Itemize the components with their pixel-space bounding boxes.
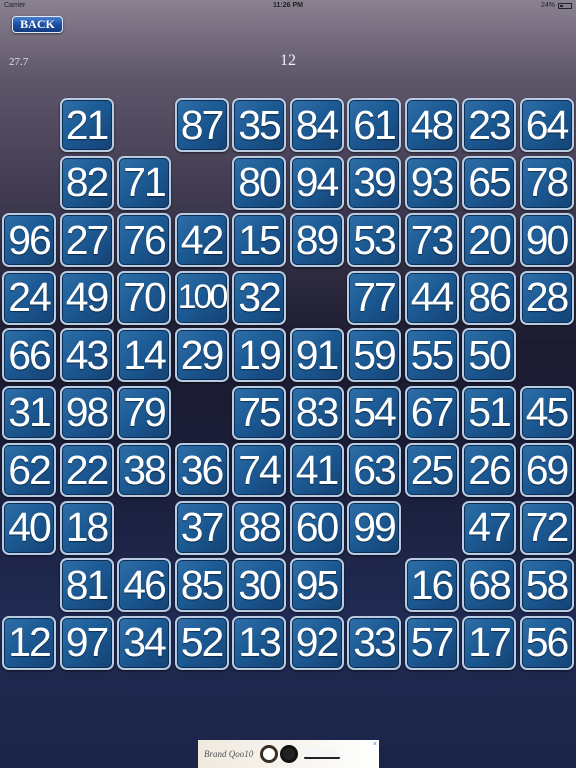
number-tile[interactable]: 53 — [347, 213, 401, 267]
number-tile[interactable]: 94 — [289, 155, 344, 210]
number-tile[interactable]: 80 — [232, 155, 286, 210]
number-tile[interactable]: 16 — [404, 558, 459, 612]
number-tile[interactable]: 96 — [2, 213, 56, 267]
watch-image-icon — [280, 745, 298, 763]
number-tile[interactable]: 60 — [289, 500, 344, 555]
number-tile[interactable]: 74 — [232, 443, 286, 497]
number-tile[interactable]: 70 — [117, 270, 171, 325]
number-tile[interactable]: 76 — [117, 213, 171, 267]
number-tile[interactable]: 35 — [232, 98, 286, 152]
number-tile[interactable]: 64 — [519, 98, 574, 152]
number-tile[interactable]: 27 — [59, 213, 114, 267]
number-tile[interactable]: 87 — [174, 98, 229, 152]
number-tile[interactable]: 81 — [59, 558, 114, 612]
number-tile[interactable]: 14 — [117, 328, 171, 382]
number-tile[interactable]: 47 — [462, 500, 516, 555]
number-tile[interactable]: 73 — [404, 213, 459, 267]
number-tile[interactable]: 18 — [59, 500, 114, 555]
number-tile[interactable]: 99 — [347, 500, 401, 555]
number-tile[interactable]: 19 — [232, 328, 286, 382]
number-tile[interactable]: 46 — [117, 558, 171, 612]
number-tile[interactable]: 56 — [519, 615, 574, 670]
number-tile[interactable]: 24 — [2, 270, 56, 325]
number-tile[interactable]: 55 — [404, 328, 459, 382]
number-tile[interactable]: 58 — [519, 558, 574, 612]
number-tile[interactable]: 92 — [289, 615, 344, 670]
watch-image-icon — [260, 745, 278, 763]
number-tile[interactable]: 95 — [289, 558, 344, 612]
number-tile[interactable]: 75 — [232, 385, 286, 440]
number-tile[interactable]: 31 — [2, 385, 56, 440]
number-tile[interactable]: 71 — [117, 155, 171, 210]
number-tile[interactable]: 32 — [232, 270, 286, 325]
number-tile[interactable]: 21 — [59, 98, 114, 152]
number-tile[interactable]: 77 — [347, 270, 401, 325]
number-tile[interactable]: 41 — [289, 443, 344, 497]
number-tile[interactable]: 59 — [347, 328, 401, 382]
number-tile[interactable]: 23 — [462, 98, 516, 152]
number-tile[interactable]: 97 — [59, 615, 114, 670]
number-tile[interactable]: 22 — [59, 443, 114, 497]
number-tile[interactable]: 13 — [232, 615, 286, 670]
number-tile[interactable]: 45 — [519, 385, 574, 440]
number-tile[interactable]: 63 — [347, 443, 401, 497]
number-tile[interactable]: 48 — [404, 98, 459, 152]
number-tile[interactable]: 38 — [117, 443, 171, 497]
number-tile[interactable]: 86 — [462, 270, 516, 325]
number-tile[interactable]: 78 — [519, 155, 574, 210]
number-tile[interactable]: 100 — [174, 270, 229, 325]
number-tile[interactable]: 25 — [404, 443, 459, 497]
number-tile[interactable]: 89 — [289, 213, 344, 267]
number-tile[interactable]: 67 — [404, 385, 459, 440]
number-tile[interactable]: 61 — [347, 98, 401, 152]
number-tile[interactable]: 79 — [117, 385, 171, 440]
number-tile[interactable]: 17 — [462, 615, 516, 670]
number-tile[interactable]: 37 — [174, 500, 229, 555]
number-tile[interactable]: 20 — [462, 213, 516, 267]
number-tile[interactable]: 90 — [519, 213, 574, 267]
number-tile[interactable]: 69 — [519, 443, 574, 497]
number-tile[interactable]: 83 — [289, 385, 344, 440]
number-tile[interactable]: 29 — [174, 328, 229, 382]
number-tile[interactable]: 93 — [404, 155, 459, 210]
number-tile[interactable]: 62 — [2, 443, 56, 497]
number-tile[interactable]: 91 — [289, 328, 344, 382]
ad-banner[interactable]: Brand Qoo10 × — [198, 740, 379, 768]
number-tile[interactable]: 85 — [174, 558, 229, 612]
number-tile[interactable]: 36 — [174, 443, 229, 497]
number-tile[interactable]: 43 — [59, 328, 114, 382]
number-tile[interactable]: 51 — [462, 385, 516, 440]
ad-brand: Brand Qoo10 — [204, 749, 254, 759]
shoe-image-icon — [304, 749, 340, 759]
number-tile[interactable]: 54 — [347, 385, 401, 440]
number-tile[interactable]: 52 — [174, 615, 229, 670]
number-tile[interactable]: 12 — [2, 615, 56, 670]
number-tile[interactable]: 39 — [347, 155, 401, 210]
number-tile[interactable]: 28 — [519, 270, 574, 325]
ad-close-icon[interactable]: × — [373, 741, 377, 748]
number-tile[interactable]: 26 — [462, 443, 516, 497]
number-tile[interactable]: 34 — [117, 615, 171, 670]
number-tile[interactable]: 82 — [59, 155, 114, 210]
number-tile[interactable]: 98 — [59, 385, 114, 440]
number-tile[interactable]: 84 — [289, 98, 344, 152]
number-tile[interactable]: 30 — [232, 558, 286, 612]
number-tile[interactable]: 68 — [462, 558, 516, 612]
number-tile[interactable]: 88 — [232, 500, 286, 555]
number-tile[interactable]: 66 — [2, 328, 56, 382]
number-tile[interactable]: 40 — [2, 500, 56, 555]
number-tile[interactable]: 72 — [519, 500, 574, 555]
number-tile[interactable]: 49 — [59, 270, 114, 325]
number-tile[interactable]: 50 — [462, 328, 516, 382]
number-tile[interactable]: 44 — [404, 270, 459, 325]
number-tile[interactable]: 57 — [404, 615, 459, 670]
number-tile[interactable]: 65 — [462, 155, 516, 210]
number-tile[interactable]: 15 — [232, 213, 286, 267]
number-board: 21 87 35 84 61 48 23 64 82 71 80 94 39 93 65 78 96 27 76 42… — [0, 0, 576, 768]
number-tile[interactable]: 33 — [347, 615, 401, 670]
number-tile[interactable]: 42 — [174, 213, 229, 267]
